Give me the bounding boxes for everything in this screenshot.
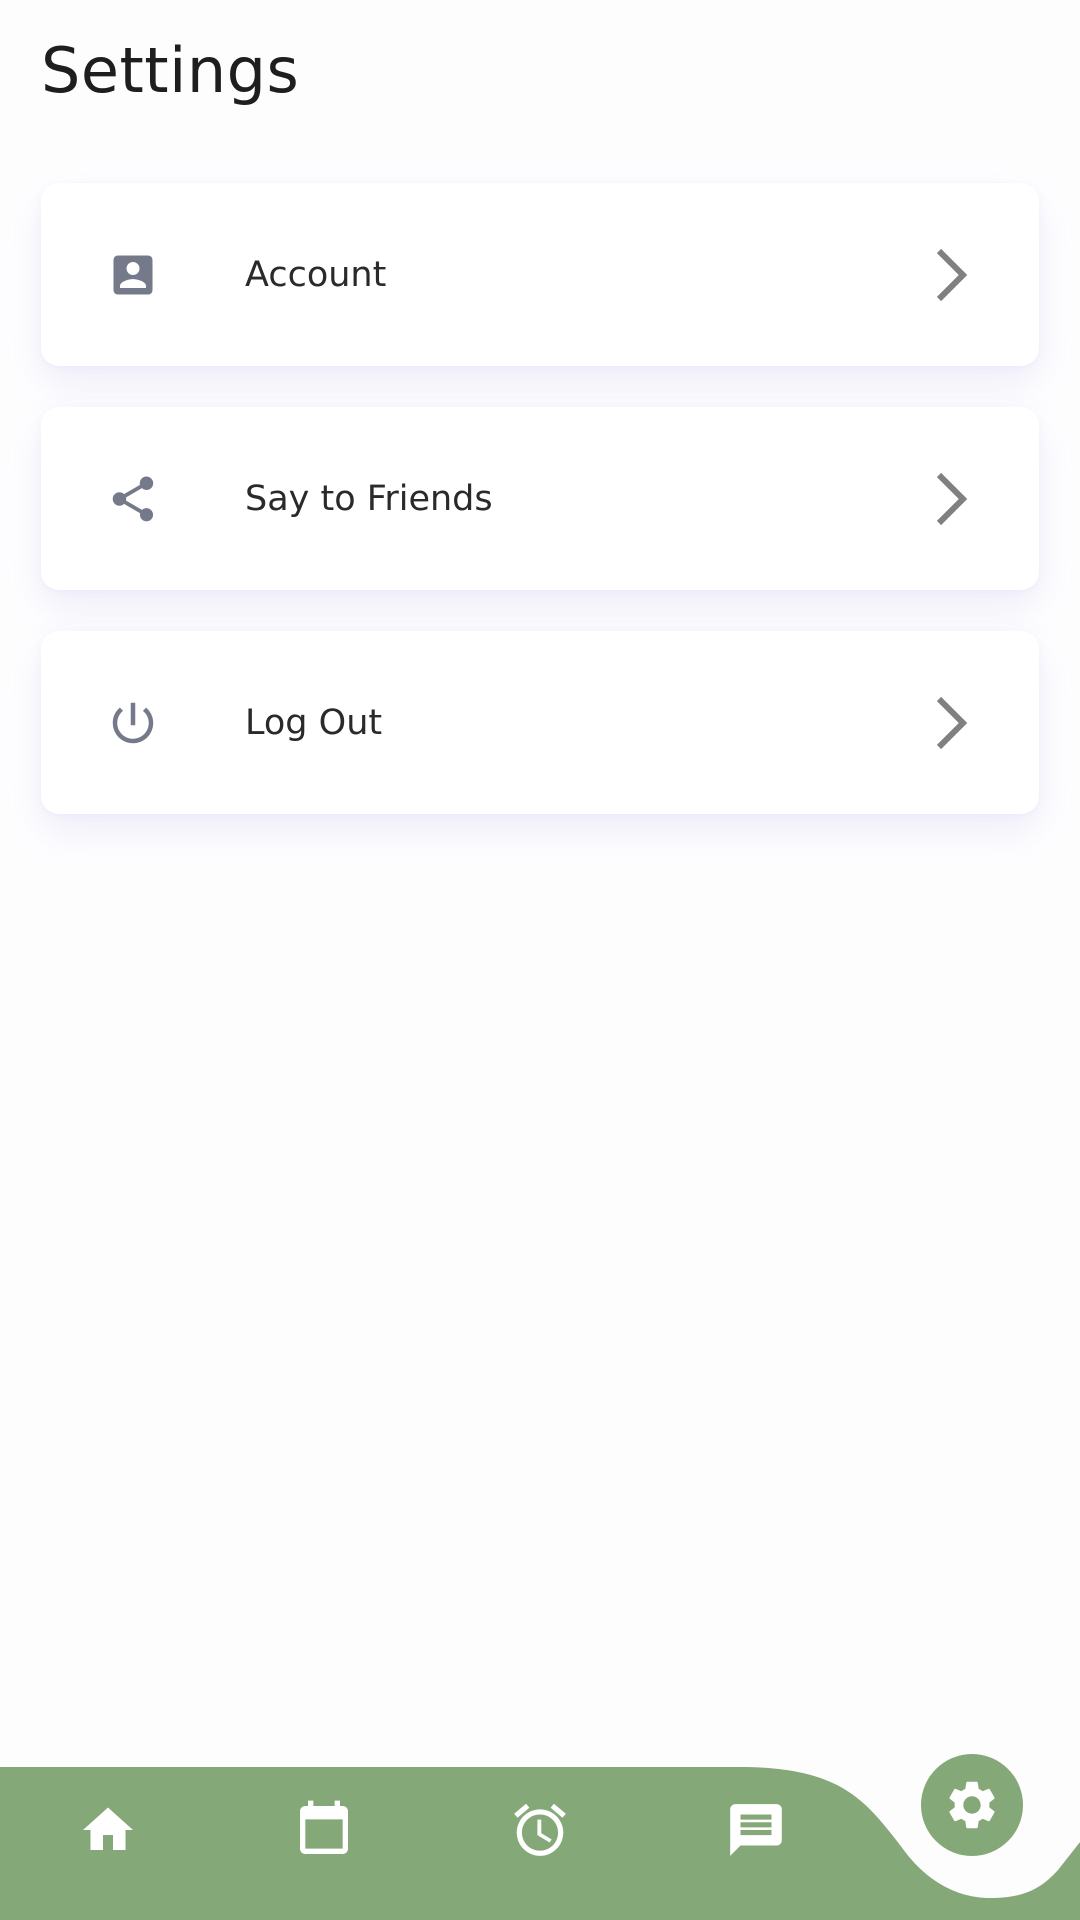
gear-icon <box>949 1781 995 1829</box>
power-icon <box>101 691 165 755</box>
settings-item-say-to-friends[interactable]: Say to Friends <box>41 407 1039 590</box>
nav-messages-button[interactable] <box>716 1790 796 1870</box>
chevron-right-icon <box>936 472 968 525</box>
settings-list: Account Say to Friends Log Out <box>41 183 1039 855</box>
settings-item-log-out[interactable]: Log Out <box>41 631 1039 814</box>
alarm-clock-icon <box>514 1803 566 1856</box>
settings-item-account[interactable]: Account <box>41 183 1039 366</box>
page-title: Settings <box>41 34 300 107</box>
home-icon <box>83 1807 133 1850</box>
nav-alarm-button[interactable] <box>500 1790 580 1870</box>
settings-item-label: Log Out <box>245 702 383 743</box>
share-icon <box>101 467 165 531</box>
nav-settings-button[interactable] <box>921 1754 1023 1856</box>
bottom-navigation-bar <box>0 1740 1080 1920</box>
chevron-right-icon <box>936 248 968 301</box>
settings-item-label: Account <box>245 254 387 295</box>
nav-home-button[interactable] <box>68 1790 148 1870</box>
calendar-icon <box>300 1800 348 1854</box>
message-icon <box>730 1804 782 1856</box>
nav-calendar-button[interactable] <box>284 1790 364 1870</box>
account-box-icon <box>101 243 165 307</box>
settings-item-label: Say to Friends <box>245 478 493 519</box>
chevron-right-icon <box>936 696 968 749</box>
settings-screen: Settings Account Say to Friends Log Out <box>0 0 1080 1920</box>
